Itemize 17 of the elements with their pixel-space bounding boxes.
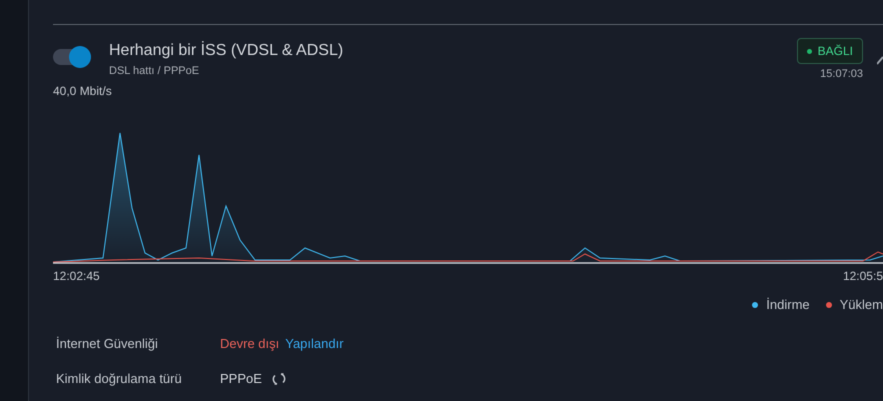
detail-label: İnternet Güvenliği xyxy=(56,336,159,351)
chevron-icon[interactable] xyxy=(877,55,883,65)
end-time: 12:05:5 xyxy=(842,269,883,283)
detail-value: PPPoE xyxy=(220,371,262,386)
status-badge: BAĞLI xyxy=(796,38,863,64)
connection-subtitle: DSL hattı / PPPoE xyxy=(109,65,200,77)
legend-label: Yüklem xyxy=(840,297,883,312)
configure-link[interactable]: Yapılandır xyxy=(285,336,344,351)
connection-title: Herhangi bir İSS (VDSL & ADSL) xyxy=(109,42,344,60)
scale-label: 40,0 Mbit/s xyxy=(53,84,113,98)
legend-label: İndirme xyxy=(766,297,810,312)
start-time: 12:02:45 xyxy=(53,269,100,283)
toggle-switch[interactable] xyxy=(53,49,91,65)
detail-label: Kimlik doğrulama türü xyxy=(56,371,183,386)
refresh-icon[interactable] xyxy=(272,372,286,386)
connection-time: 15:07:03 xyxy=(820,68,863,80)
detail-value: Devre dışı xyxy=(220,336,280,351)
